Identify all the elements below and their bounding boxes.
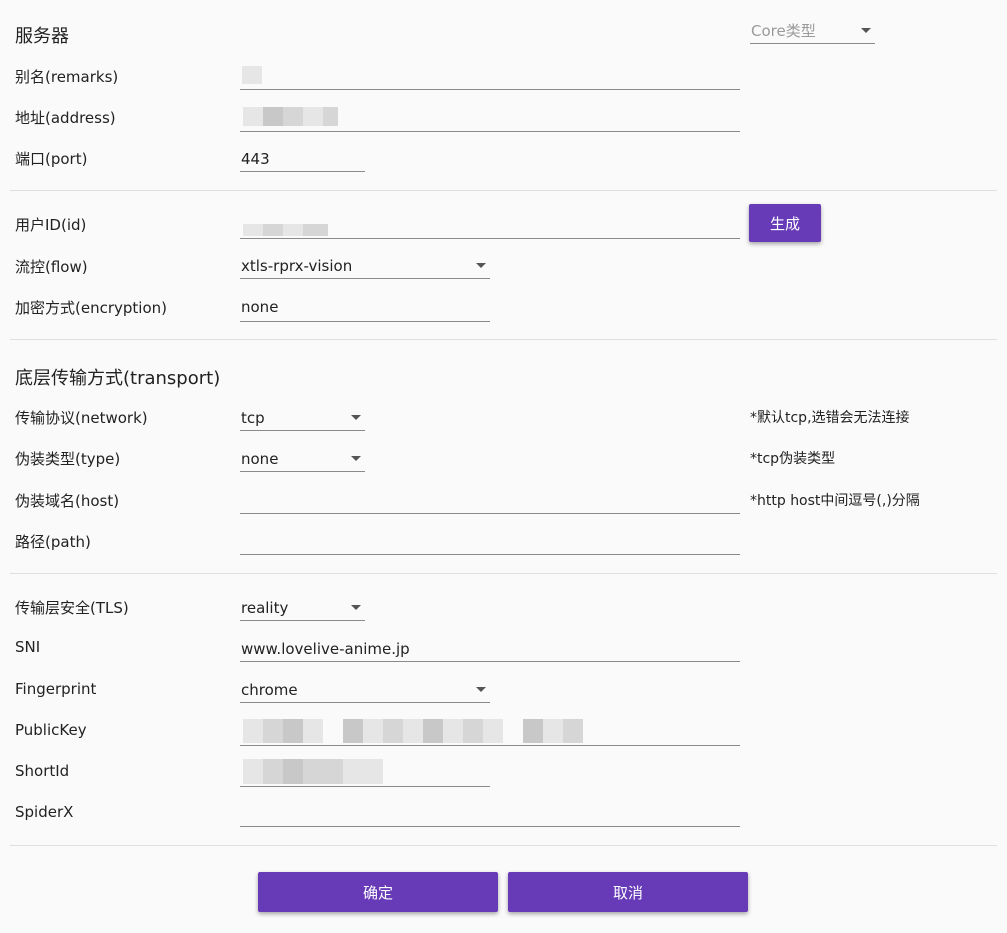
divider — [10, 573, 997, 574]
tls-value: reality — [241, 599, 289, 617]
publickey-label: PublicKey — [15, 721, 87, 739]
redacted-value — [283, 107, 303, 126]
redacted-value — [303, 719, 323, 743]
tls-select[interactable]: reality — [240, 597, 365, 621]
redacted-value — [343, 759, 363, 784]
tls-label: 传输层安全(TLS) — [15, 599, 129, 617]
redacted-value — [283, 759, 303, 784]
redacted-value — [263, 224, 283, 236]
fingerprint-label: Fingerprint — [15, 680, 97, 698]
port-input[interactable]: 443 — [240, 148, 365, 172]
divider — [10, 190, 997, 191]
host-input[interactable] — [240, 490, 740, 514]
chevron-down-icon — [476, 263, 486, 268]
chevron-down-icon — [476, 687, 486, 692]
publickey-input[interactable] — [240, 719, 740, 746]
redacted-value — [263, 107, 283, 126]
flow-value: xtls-rprx-vision — [241, 257, 353, 275]
network-label: 传输协议(network) — [15, 409, 148, 427]
redacted-value — [303, 224, 328, 236]
generate-button[interactable]: 生成 — [749, 204, 821, 242]
remarks-label: 别名(remarks) — [15, 68, 119, 86]
address-label: 地址(address) — [15, 109, 116, 127]
redacted-value — [263, 719, 283, 743]
redacted-value — [383, 719, 403, 743]
redacted-value — [423, 719, 443, 743]
ok-button[interactable]: 确定 — [258, 872, 498, 912]
user-id-label: 用户ID(id) — [15, 216, 87, 234]
chevron-down-icon — [861, 28, 871, 33]
chevron-down-icon — [351, 456, 361, 461]
spiderx-label: SpiderX — [15, 803, 74, 821]
cancel-button[interactable]: 取消 — [508, 872, 748, 912]
path-label: 路径(path) — [15, 533, 91, 551]
shortid-input[interactable] — [240, 759, 490, 787]
redacted-value — [463, 719, 483, 743]
type-hint: *tcp伪装类型 — [750, 451, 836, 467]
fingerprint-value: chrome — [241, 681, 298, 699]
host-label: 伪装域名(host) — [15, 492, 120, 510]
redacted-value — [323, 107, 338, 126]
server-section-title: 服务器 — [15, 26, 69, 47]
network-hint: *默认tcp,选错会无法连接 — [750, 410, 910, 426]
network-value: tcp — [241, 409, 265, 427]
type-value: none — [241, 450, 279, 468]
chevron-down-icon — [351, 415, 361, 420]
remarks-input[interactable] — [240, 66, 740, 90]
user-id-input[interactable] — [240, 214, 740, 239]
redacted-value — [543, 719, 563, 743]
redacted-value — [283, 224, 303, 236]
sni-label: SNI — [15, 638, 41, 656]
divider — [10, 845, 997, 846]
redacted-value — [443, 719, 463, 743]
divider — [10, 339, 997, 340]
shortid-label: ShortId — [15, 762, 70, 780]
address-input[interactable] — [240, 107, 740, 132]
type-select[interactable]: none — [240, 448, 365, 472]
redacted-value — [283, 719, 303, 743]
chevron-down-icon — [351, 605, 361, 610]
redacted-value — [403, 719, 423, 743]
redacted-value — [303, 759, 323, 784]
host-hint: *http host中间逗号(,)分隔 — [750, 493, 920, 509]
redacted-value — [243, 719, 263, 743]
redacted-value — [363, 719, 383, 743]
encryption-input[interactable]: none — [240, 296, 490, 322]
transport-section-title: 底层传输方式(transport) — [15, 368, 221, 389]
core-type-select[interactable]: Core类型 — [750, 20, 875, 44]
spiderx-input[interactable] — [240, 803, 740, 827]
redacted-value — [363, 759, 383, 784]
redacted-value — [323, 759, 343, 784]
redacted-value — [523, 719, 543, 743]
sni-input[interactable]: www.lovelive-anime.jp — [240, 638, 740, 662]
redacted-value — [242, 66, 262, 84]
network-select[interactable]: tcp — [240, 407, 365, 431]
fingerprint-select[interactable]: chrome — [240, 679, 490, 703]
core-type-placeholder: Core类型 — [751, 22, 816, 40]
redacted-value — [243, 224, 263, 236]
path-input[interactable] — [240, 531, 740, 555]
redacted-value — [243, 759, 263, 784]
type-label: 伪装类型(type) — [15, 450, 121, 468]
flow-select[interactable]: xtls-rprx-vision — [240, 255, 490, 279]
port-label: 端口(port) — [15, 150, 88, 168]
redacted-value — [303, 107, 323, 126]
redacted-value — [343, 719, 363, 743]
redacted-value — [483, 719, 503, 743]
encryption-label: 加密方式(encryption) — [15, 299, 167, 317]
flow-label: 流控(flow) — [15, 258, 88, 276]
redacted-value — [563, 719, 583, 743]
redacted-value — [243, 107, 263, 126]
redacted-value — [263, 759, 283, 784]
